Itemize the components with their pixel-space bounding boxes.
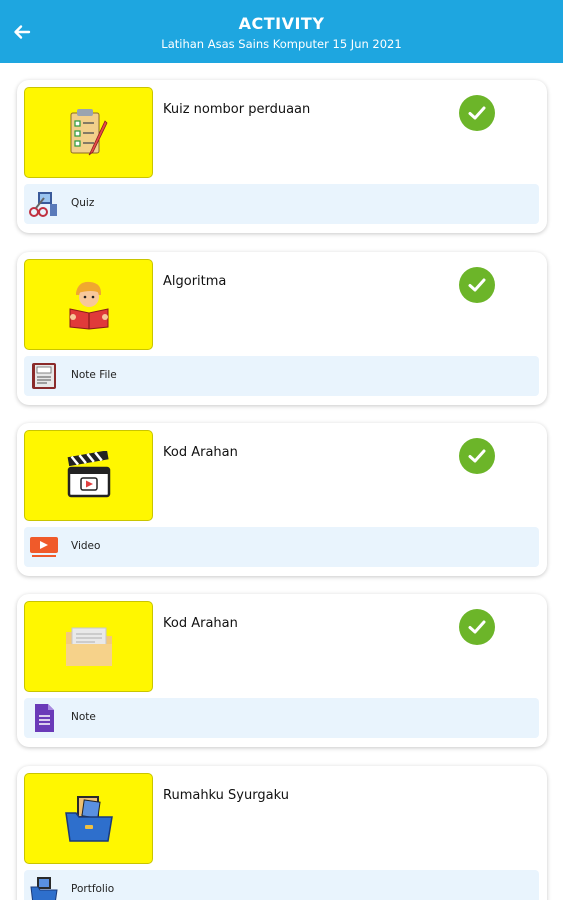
activity-card-quiz[interactable]: Kuiz nombor perduaan Quiz <box>17 80 547 233</box>
activity-card-note-file[interactable]: Algoritma Note File <box>17 252 547 405</box>
activity-type-label: Note File <box>71 369 117 381</box>
boy-reading-icon <box>69 281 108 330</box>
activity-title: Kod Arahan <box>163 616 238 631</box>
activity-type-bar: Note <box>24 698 539 738</box>
page-title: ACTIVITY <box>238 14 325 33</box>
activity-type-bar: Video <box>24 527 539 567</box>
activity-card-note[interactable]: Kod Arahan Note <box>17 594 547 747</box>
app-bar: ACTIVITY Latihan Asas Sains Komputer 15 … <box>0 0 563 63</box>
check-icon <box>459 438 495 474</box>
clapperboard-icon <box>67 450 110 497</box>
folder-icon <box>65 627 112 666</box>
check-icon <box>459 95 495 131</box>
quiz-tools-icon <box>28 189 60 219</box>
portfolio-folder-icon <box>64 795 113 842</box>
activity-thumbnail <box>24 773 153 864</box>
activity-thumbnail <box>24 601 153 692</box>
activity-title: Algoritma <box>163 274 227 289</box>
activity-thumbnail <box>24 259 153 350</box>
activity-thumbnail <box>24 87 153 178</box>
activity-type-label: Quiz <box>71 197 95 209</box>
activity-type-label: Video <box>71 540 101 552</box>
activity-type-label: Note <box>71 711 96 723</box>
activity-title: Kuiz nombor perduaan <box>163 102 311 117</box>
activity-type-bar: Note File <box>24 356 539 396</box>
video-icon <box>28 532 60 562</box>
activity-type-bar: Quiz <box>24 184 539 224</box>
activity-type-bar: Portfolio <box>24 870 539 900</box>
page-subtitle: Latihan Asas Sains Komputer 15 Jun 2021 <box>161 37 402 51</box>
check-icon <box>459 267 495 303</box>
activity-type-label: Portfolio <box>71 883 115 895</box>
activity-title: Rumahku Syurgaku <box>163 788 289 803</box>
activity-list[interactable]: Kuiz nombor perduaan Quiz Algoritma Note… <box>0 63 563 900</box>
portfolio-icon <box>28 875 60 900</box>
checklist-icon <box>70 108 107 155</box>
check-icon <box>459 609 495 645</box>
activity-thumbnail <box>24 430 153 521</box>
document-icon <box>28 703 60 733</box>
activity-title: Kod Arahan <box>163 445 238 460</box>
activity-card-video[interactable]: Kod Arahan Video <box>17 423 547 576</box>
note-file-icon <box>28 361 60 391</box>
activity-card-portfolio[interactable]: Rumahku Syurgaku Portfolio <box>17 766 547 900</box>
